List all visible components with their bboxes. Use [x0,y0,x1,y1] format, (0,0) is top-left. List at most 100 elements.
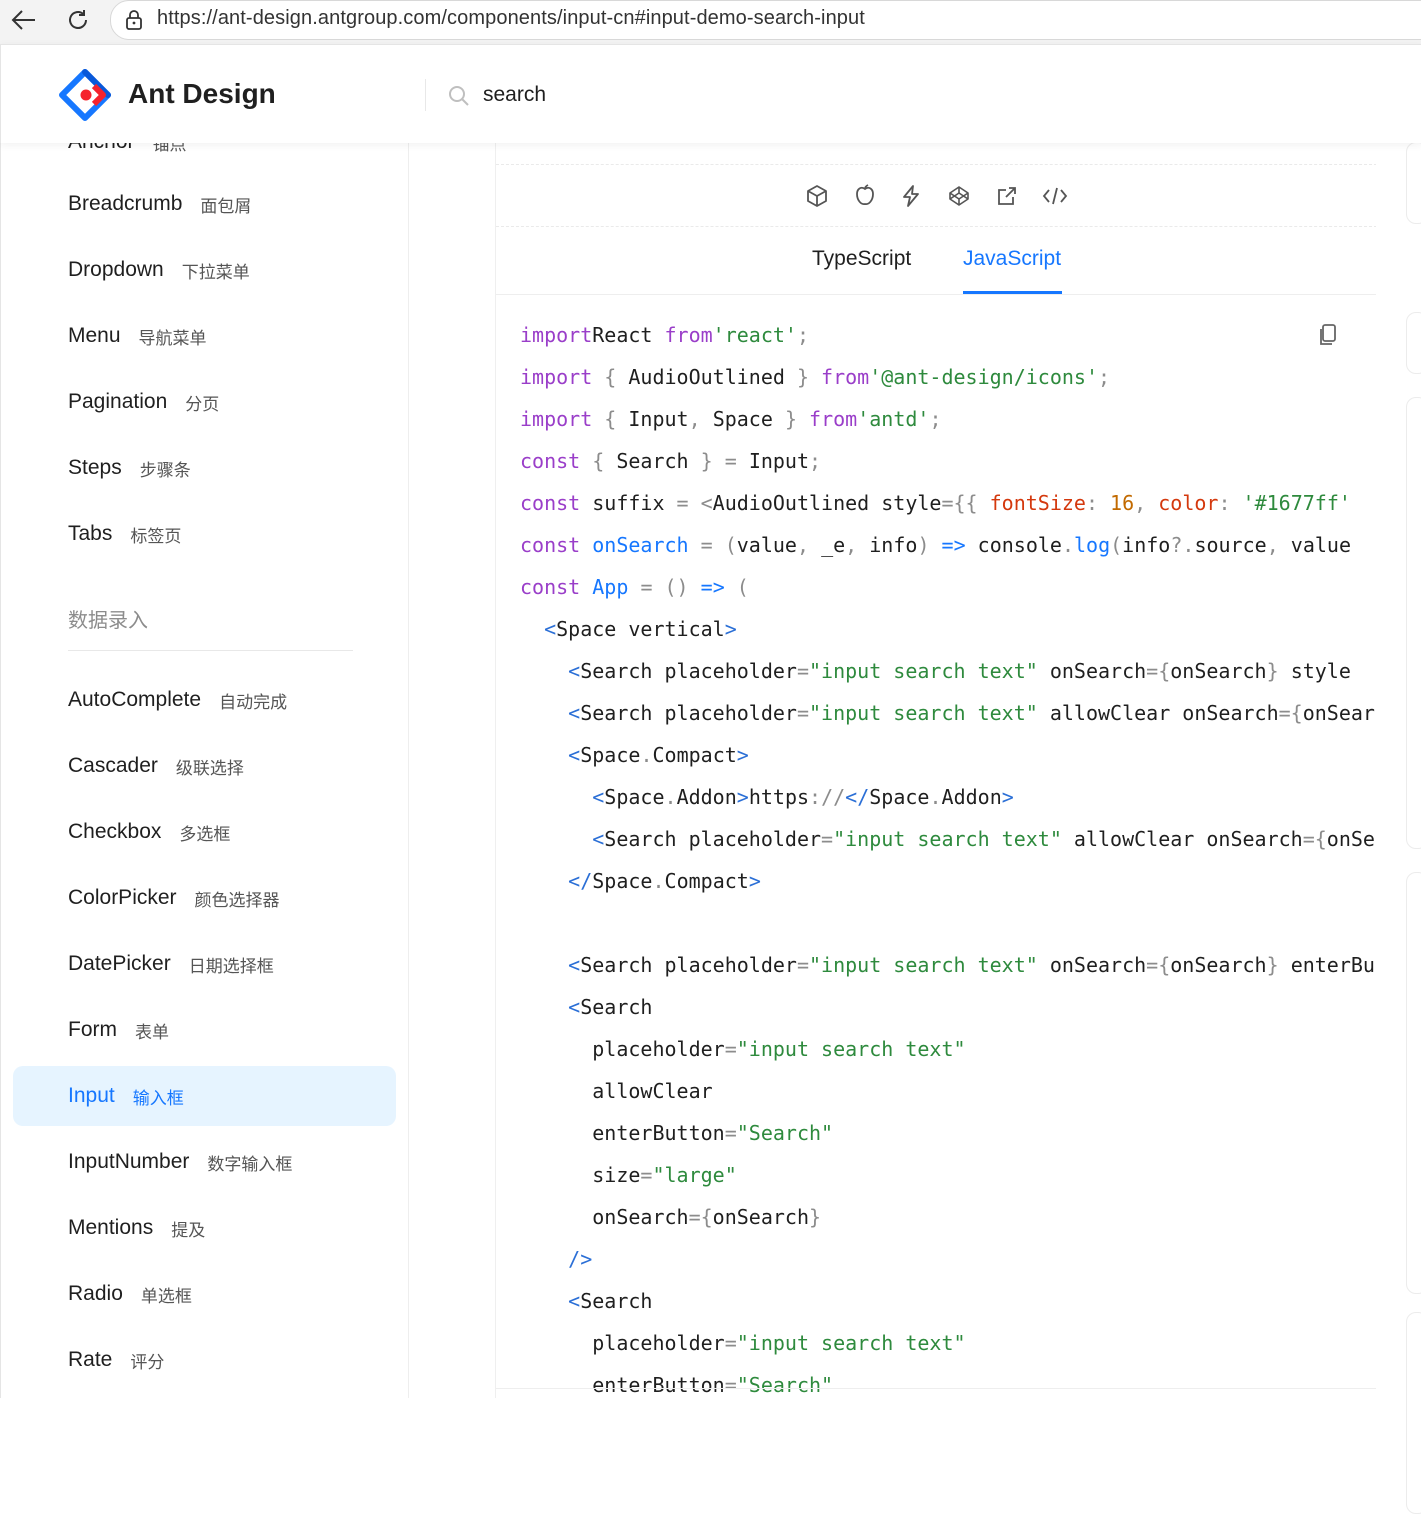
sidebar-item-label: Cascader [68,754,158,777]
brand-name[interactable]: Ant Design [128,78,276,110]
code-token: : [1085,491,1111,515]
code-token: "input search text" [809,953,1038,977]
sidebar-item-rate[interactable]: Rate 评分 [13,1330,396,1390]
code-token: = () [640,575,701,599]
code-line: placeholder="input search text" [520,1028,1377,1070]
divider [496,226,1377,228]
code-block[interactable]: importReact from'react'; import { AudioOu… [520,314,1377,1398]
codesandbox-icon[interactable] [801,180,833,212]
code-token: 16 [1110,491,1135,515]
search-input[interactable] [481,75,885,115]
sidebar-item-tabs[interactable]: Tabs 标签页 [13,504,396,564]
code-expand-icon[interactable] [1039,180,1071,212]
code-token: AudioOutlined style [712,491,942,515]
divider [496,164,1377,166]
tab-typescript[interactable]: TypeScript [812,247,911,271]
sidebar-item-autocomplete[interactable]: AutoComplete 自动完成 [13,670,396,730]
code-token: source [1194,533,1267,557]
code-token: < [544,617,557,641]
sidebar-item-anchor[interactable]: Anchor 锚点 [13,142,396,172]
code-token: > [1001,785,1014,809]
code-line: enterButton="Search" [520,1112,1377,1154]
sidebar-item-breadcrumb[interactable]: Breadcrumb 面包屑 [13,174,396,234]
code-token: React [592,323,665,347]
sidebar-item-form[interactable]: Form 表单 [13,1000,396,1060]
code-token: = [796,659,810,683]
code-token: { [592,365,629,389]
code-line: <Search placeholder="input search text" … [520,944,1377,986]
address-bar[interactable]: https://ant-design.antgroup.com/componen… [110,0,1421,40]
sidebar-menu: Anchor 锚点 Breadcrumb 面包屑 Dropdown 下拉菜单 M… [0,142,409,1398]
code-token: => [700,575,725,599]
sidebar-item-cascader[interactable]: Cascader 级联选择 [13,736,396,796]
sidebar-item-radio[interactable]: Radio 单选框 [13,1264,396,1324]
code-line: <Space.Addon>https://</Space.Addon> [520,776,1377,818]
code-token: onSearch [1302,701,1377,725]
reload-icon[interactable] [64,6,92,34]
sidebar-item-pagination[interactable]: Pagination 分页 [13,372,396,432]
sidebar-item-input[interactable]: Input 输入框 [13,1066,396,1126]
code-line: /> [520,1238,1377,1280]
sidebar-item-mentions[interactable]: Mentions 提及 [13,1198,396,1258]
sidebar-item-colorpicker[interactable]: ColorPicker 颜色选择器 [13,868,396,928]
code-line: const suffix = <AudioOutlined style={{ f… [520,482,1377,524]
ant-design-logo[interactable] [59,69,111,121]
code-token: Space vertical [556,617,725,641]
code-token: = [724,1373,737,1397]
tab-javascript[interactable]: JavaScript [963,247,1061,271]
sidebar-item-sublabel: 评分 [130,1352,165,1372]
lock-icon[interactable] [125,10,143,35]
code-token: size [520,1163,641,1187]
sidebar-item-label: Tabs [68,522,113,545]
code-token: ) [917,533,942,557]
sidebar-item-menu[interactable]: Menu 导航菜单 [13,306,396,366]
sidebar-item-sublabel: 表单 [135,1022,169,1042]
code-token: Addon [676,785,737,809]
code-token: = ( [700,533,737,557]
back-icon[interactable] [10,6,38,34]
code-token: :// [809,785,846,809]
code-token: Space [712,407,773,431]
divider [496,1388,1377,1389]
code-token: enterButton [520,1373,725,1397]
sidebar-item-label: Pagination [68,390,168,413]
code-token: const [520,491,581,515]
sidebar-item-label: ColorPicker [68,886,177,909]
stackblitz-icon[interactable] [895,180,927,212]
code-line: importReact from'react'; [520,314,1377,356]
code-token: ={ [1278,701,1303,725]
sidebar-item-datepicker[interactable]: DatePicker 日期选择框 [13,934,396,994]
code-token: App [580,575,641,599]
code-token: ; [809,449,822,473]
code-token: ={{ [941,491,990,515]
sidebar-item-steps[interactable]: Steps 步骤条 [13,438,396,498]
code-token: } [772,407,810,431]
code-token: from [664,323,713,347]
code-token: ; [796,323,810,347]
code-token: Search [580,1289,653,1313]
sidebar-item-checkbox[interactable]: Checkbox 多选框 [13,802,396,862]
code-token: /> [568,1247,593,1271]
sidebar-item-inputnumber[interactable]: InputNumber 数字输入框 [13,1132,396,1192]
codeblock-icon[interactable] [943,180,975,212]
code-token: = [640,1163,653,1187]
code-token: "input search text" [833,827,1062,851]
code-line: <Space vertical> [520,608,1377,650]
code-token: const [520,449,581,473]
code-token: style [1290,659,1351,683]
code-line: <Search placeholder="input search text" … [520,650,1377,692]
codepen-icon[interactable] [849,180,881,212]
code-token: "input search text" [736,1331,966,1355]
code-token: onSearch [1170,953,1267,977]
code-line: </Space.Compact> [520,860,1377,902]
external-link-icon[interactable] [991,180,1023,212]
code-token: onSearch [1170,659,1267,683]
code-token: > [736,743,749,767]
sidebar-item-dropdown[interactable]: Dropdown 下拉菜单 [13,240,396,300]
sidebar-item-sublabel: 步骤条 [139,460,191,480]
